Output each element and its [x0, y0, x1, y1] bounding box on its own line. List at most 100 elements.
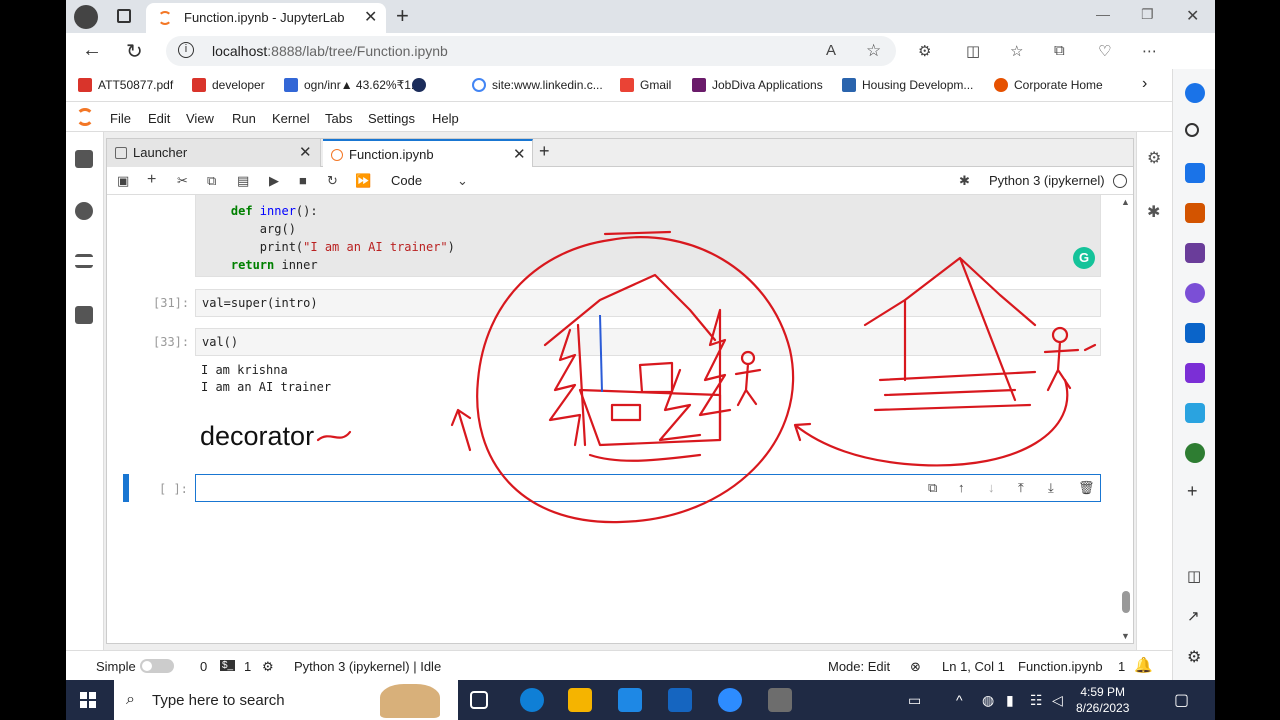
outlook-icon[interactable]	[1185, 323, 1205, 343]
simple-mode-toggle[interactable]	[140, 659, 174, 673]
favorites-icon[interactable]: ☆	[1010, 42, 1023, 60]
insert-above-icon[interactable]: ⤒	[1018, 480, 1024, 496]
tab-launcher[interactable]: Launcher ✕	[107, 139, 321, 167]
zoom-icon[interactable]	[718, 688, 742, 712]
open-external-icon[interactable]: ↗	[1187, 607, 1200, 625]
file-explorer-icon[interactable]	[568, 688, 592, 712]
folder-icon[interactable]	[75, 150, 93, 168]
taskbar-search[interactable]: ⌕ Type here to search	[114, 680, 458, 720]
stop-icon[interactable]: ■	[299, 173, 307, 188]
back-icon[interactable]: ←	[82, 39, 102, 62]
new-launcher-button[interactable]: +	[539, 141, 550, 162]
search-icon[interactable]	[1185, 123, 1199, 137]
empty-code-cell-editor[interactable]: ⧉ ↑ ↓ ⤒ ⤓ 🗑	[195, 474, 1101, 502]
code-cell-editor[interactable]: val()	[195, 328, 1101, 356]
sidebar-layout-icon[interactable]: ◫	[1187, 567, 1201, 585]
store-icon[interactable]	[618, 688, 642, 712]
browser-tab-active[interactable]: Function.ipynb - JupyterLab ✕	[146, 3, 386, 33]
notebook-scrollbar[interactable]: ▲ ▼	[1119, 195, 1133, 643]
tree-icon[interactable]	[1185, 443, 1205, 463]
menu-view[interactable]: View	[186, 111, 214, 126]
scrollbar-thumb[interactable]	[1122, 591, 1130, 613]
move-down-icon[interactable]: ↓	[988, 480, 995, 495]
cut-icon[interactable]: ✂	[177, 173, 188, 189]
save-icon[interactable]: ▣	[117, 173, 129, 189]
bookmark-item[interactable]: Corporate Home	[994, 78, 1103, 92]
extensions-puzzle-icon[interactable]	[75, 306, 93, 324]
menu-edit[interactable]: Edit	[148, 111, 170, 126]
settings-gear-icon[interactable]: ⚙	[1187, 647, 1201, 667]
notifications-icon[interactable]: ▢	[1174, 690, 1189, 710]
notebook-cells[interactable]: def inner(): arg() print("I am an AI tra…	[107, 195, 1133, 643]
bookmark-item[interactable]: site:www.linkedin.c...	[472, 78, 603, 92]
mail-icon[interactable]	[668, 688, 692, 712]
extensions-icon[interactable]: ⚙	[918, 42, 931, 60]
menu-kernel[interactable]: Kernel	[272, 111, 310, 126]
debugger-bug-icon[interactable]: ✱	[1147, 202, 1160, 222]
code-cell-editor[interactable]: def inner(): arg() print("I am an AI tra…	[195, 195, 1101, 277]
cursor-position[interactable]: Ln 1, Col 1	[942, 659, 1005, 674]
menu-help[interactable]: Help	[432, 111, 459, 126]
grammarly-icon[interactable]: G	[1073, 247, 1095, 269]
notification-count[interactable]: 1	[1118, 659, 1125, 674]
designer-icon[interactable]	[1185, 363, 1205, 383]
insert-cell-icon[interactable]: +	[147, 171, 156, 189]
close-tab-icon[interactable]: ✕	[513, 145, 526, 163]
restart-icon[interactable]: ↻	[327, 173, 338, 189]
cell-type-select[interactable]: Code	[391, 173, 422, 188]
menu-run[interactable]: Run	[232, 111, 256, 126]
bookmark-item[interactable]: ATT50877.pdf	[78, 78, 173, 92]
read-aloud-icon[interactable]: A	[826, 42, 836, 59]
bookmark-item[interactable]	[412, 78, 432, 92]
url-field[interactable]: i localhost:8888/lab/tree/Function.ipynb…	[166, 36, 896, 66]
bookmark-item[interactable]: Gmail	[620, 78, 671, 92]
run-icon[interactable]: ▶	[269, 173, 279, 189]
split-screen-icon[interactable]: ◫	[966, 42, 980, 60]
debugger-icon[interactable]: ✱	[959, 173, 970, 189]
close-window-icon[interactable]: ✕	[1186, 6, 1199, 26]
delete-cell-icon[interactable]: 🗑	[1078, 480, 1095, 496]
chevron-down-icon[interactable]: ⌄	[457, 173, 468, 189]
close-tab-icon[interactable]: ✕	[364, 7, 377, 27]
menu-file[interactable]: File	[110, 111, 131, 126]
tab-function-notebook[interactable]: Function.ipynb ✕	[323, 139, 533, 168]
taskbar-clock[interactable]: 4:59 PM 8/26/2023	[1076, 684, 1129, 716]
minimize-icon[interactable]: —	[1096, 6, 1110, 22]
tray-chevron-icon[interactable]: ^	[956, 692, 963, 708]
send-icon[interactable]	[1185, 403, 1205, 423]
mic-icon[interactable]: ▮	[1006, 692, 1014, 709]
kernel-name[interactable]: Python 3 (ipykernel)	[989, 173, 1105, 188]
copy-icon[interactable]: ⧉	[207, 173, 216, 189]
code-cell-editor[interactable]: val=super(intro)	[195, 289, 1101, 317]
windows-start-icon[interactable]	[80, 692, 96, 708]
shopping-icon[interactable]	[1185, 163, 1205, 183]
bookmark-item[interactable]: developer	[192, 78, 265, 92]
menu-tabs[interactable]: Tabs	[325, 111, 352, 126]
task-view-icon[interactable]	[470, 691, 488, 709]
add-icon[interactable]: +	[1187, 481, 1198, 502]
table-of-contents-icon[interactable]	[75, 254, 93, 268]
bell-icon[interactable]	[1185, 83, 1205, 103]
keyboard-icon[interactable]: ▭	[908, 692, 921, 709]
maximize-icon[interactable]: ❐	[1141, 6, 1154, 23]
bookmark-item[interactable]: Housing Developm...	[842, 78, 973, 92]
property-inspector-gear-icon[interactable]: ⚙	[1147, 148, 1161, 168]
python-app-icon[interactable]	[768, 688, 792, 712]
paste-icon[interactable]: ▤	[237, 173, 249, 189]
restart-run-all-icon[interactable]: ⏩	[355, 173, 371, 189]
close-tab-icon[interactable]: ✕	[299, 143, 312, 161]
workspaces-icon[interactable]	[117, 9, 131, 23]
move-up-icon[interactable]: ↑	[958, 480, 965, 495]
kernel-count[interactable]: 1	[244, 659, 251, 674]
more-menu-icon[interactable]: ⋯	[1142, 42, 1157, 60]
terminal-count[interactable]: 0	[200, 659, 207, 674]
refresh-icon[interactable]: ↻	[126, 39, 143, 64]
collections-icon[interactable]: ⧉	[1054, 42, 1065, 59]
wifi-icon[interactable]: ☷	[1030, 692, 1043, 709]
scroll-down-icon[interactable]: ▼	[1121, 631, 1130, 641]
kernel-status-text[interactable]: Python 3 (ipykernel) | Idle	[294, 659, 441, 674]
menu-settings[interactable]: Settings	[368, 111, 415, 126]
network-icon[interactable]: ◍	[982, 692, 994, 709]
notification-bell-icon[interactable]: 🔔	[1134, 656, 1153, 674]
profile-avatar[interactable]	[74, 5, 98, 29]
